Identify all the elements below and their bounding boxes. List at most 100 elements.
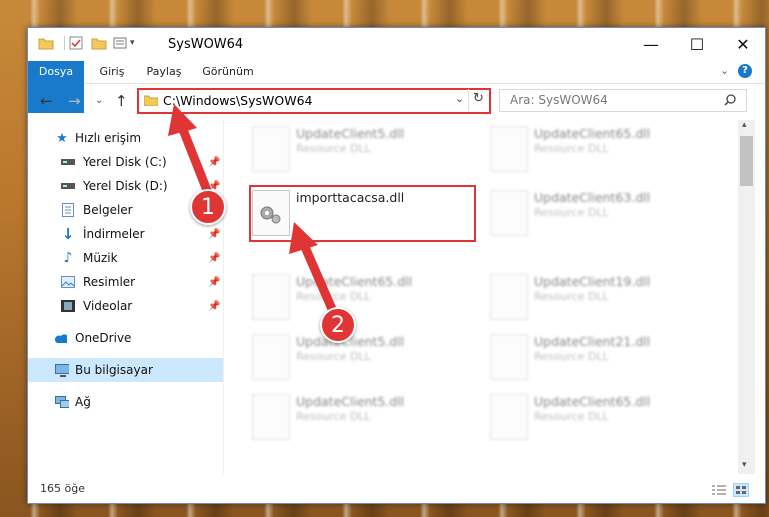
file-name: UpdateClient65.dll <box>534 394 651 409</box>
dll-file-icon <box>252 126 290 172</box>
sidebar-item-label: Belgeler <box>83 203 133 217</box>
file-name: UpdateClient63.dll <box>534 190 651 205</box>
pin-icon[interactable]: 📌 <box>208 277 220 288</box>
dll-file-icon <box>252 274 290 320</box>
navigation-pane: ★ Hızlı erişim Yerel Disk (C:) 📌 Yerel D… <box>28 120 224 474</box>
file-type: Resource DLL <box>296 410 371 423</box>
sidebar-item-label: Yerel Disk (D:) <box>83 179 168 193</box>
dll-file-icon <box>252 394 290 440</box>
title-bar: ▾ SysWOW64 — ☐ ✕ <box>28 28 765 61</box>
sidebar-item-onedrive[interactable]: OneDrive <box>28 326 223 350</box>
address-dropdown-icon[interactable]: ⌄ <box>455 92 464 105</box>
file-item[interactable]: UpdateClient5.dll Resource DLL <box>224 120 454 172</box>
file-name: UpdateClient65.dll <box>534 126 651 141</box>
file-item[interactable]: UpdateClient65.dll Resource DLL <box>462 120 692 172</box>
sidebar-item-label: Ağ <box>75 395 91 409</box>
quick-access-toolbar: ▾ <box>38 36 135 50</box>
dll-file-icon <box>490 190 528 236</box>
sidebar-item-label: İndirmeler <box>83 227 145 241</box>
sidebar-item-downloads[interactable]: ↓ İndirmeler 📌 <box>28 222 223 246</box>
help-icon[interactable]: ? <box>738 64 752 78</box>
maximize-button[interactable]: ☐ <box>674 28 720 60</box>
folder-icon <box>144 95 158 106</box>
sidebar-item-pictures[interactable]: Resimler 📌 <box>28 270 223 294</box>
file-item[interactable]: UpdateClient5.dll Resource DLL <box>224 388 454 440</box>
drive-icon <box>61 155 75 169</box>
file-type: Resource DLL <box>534 350 609 363</box>
network-icon <box>55 395 69 409</box>
file-item[interactable]: UpdateClient19.dll Resource DLL <box>462 268 692 320</box>
maximize-icon: ☐ <box>689 34 705 54</box>
close-button[interactable]: ✕ <box>720 28 766 60</box>
sidebar-item-music[interactable]: ♪ Müzik 📌 <box>28 246 223 270</box>
sidebar-item-label: Videolar <box>83 299 133 313</box>
pin-icon[interactable]: 📌 <box>208 157 220 168</box>
tab-view[interactable]: Görünüm <box>198 61 258 83</box>
sidebar-item-label: Bu bilgisayar <box>75 363 153 377</box>
vertical-scrollbar[interactable]: ▴ ▾ <box>738 120 755 474</box>
up-button[interactable]: ↑ <box>115 92 128 110</box>
file-name: UpdateClient65.dll <box>296 274 413 289</box>
file-name: UpdateClient19.dll <box>534 274 651 289</box>
step-badge-2: 2 <box>320 307 356 343</box>
sidebar-item-network[interactable]: Ağ <box>28 390 223 414</box>
download-icon: ↓ <box>61 225 75 243</box>
file-type: Resource DLL <box>534 206 609 219</box>
large-icons-view-icon[interactable] <box>733 483 749 497</box>
dll-file-icon <box>490 126 528 172</box>
tab-share[interactable]: Paylaş <box>142 61 186 83</box>
refresh-icon[interactable]: ↻ <box>473 91 484 106</box>
sidebar-item-videos[interactable]: Videolar 📌 <box>28 294 223 318</box>
scroll-down-icon[interactable]: ▾ <box>742 460 747 470</box>
customize-icon[interactable] <box>113 36 129 50</box>
scroll-up-icon[interactable]: ▴ <box>742 120 747 130</box>
address-path: C:\Windows\SysWOW64 <box>163 93 313 108</box>
new-folder-icon[interactable] <box>91 36 107 50</box>
dropdown-arrow-icon[interactable]: ▾ <box>130 38 135 48</box>
pin-icon[interactable]: 📌 <box>208 301 220 312</box>
address-bar[interactable]: C:\Windows\SysWOW64 ⌄ ↻ <box>137 88 491 114</box>
sidebar-item-label: Müzik <box>83 251 118 265</box>
forward-button[interactable]: → <box>68 92 81 110</box>
dll-file-icon <box>490 334 528 380</box>
pictures-icon <box>61 275 75 289</box>
sidebar-item-drive-c[interactable]: Yerel Disk (C:) 📌 <box>28 150 223 174</box>
ribbon-expand-icon[interactable]: ⌄ <box>720 64 729 77</box>
ribbon-tabs: Dosya Giriş Paylaş Görünüm ⌄ ? <box>28 61 765 113</box>
pin-icon[interactable]: 📌 <box>208 229 220 240</box>
search-box[interactable]: Ara: SysWOW64 <box>499 89 747 112</box>
document-icon <box>61 203 75 217</box>
dll-file-icon <box>252 334 290 380</box>
sidebar-item-quick-access[interactable]: ★ Hızlı erişim <box>28 126 223 150</box>
file-item[interactable]: UpdateClient65.dll Resource DLL <box>462 388 692 440</box>
file-name: UpdateClient5.dll <box>296 126 405 141</box>
item-count: 165 öğe <box>40 482 85 495</box>
file-item[interactable]: UpdateClient21.dll Resource DLL <box>462 328 692 380</box>
sidebar-item-label: Resimler <box>83 275 136 289</box>
search-icon <box>724 94 736 106</box>
folder-icon[interactable] <box>38 36 54 50</box>
music-icon: ♪ <box>63 250 73 266</box>
minimize-button[interactable]: — <box>628 28 674 60</box>
recent-locations-icon[interactable]: ⌄ <box>95 95 103 106</box>
sidebar-item-label: OneDrive <box>75 331 132 345</box>
dll-file-icon <box>490 394 528 440</box>
minimize-icon: — <box>643 34 659 54</box>
close-icon: ✕ <box>736 34 750 54</box>
drive-icon <box>61 179 75 193</box>
back-button[interactable]: ← <box>40 92 53 110</box>
tab-home[interactable]: Giriş <box>92 61 132 83</box>
step-badge-1: 1 <box>190 189 226 225</box>
file-highlight-box <box>249 185 476 242</box>
details-view-icon[interactable] <box>712 484 726 496</box>
pin-icon[interactable]: 📌 <box>208 253 220 264</box>
sidebar-item-this-pc[interactable]: Bu bilgisayar <box>28 358 223 382</box>
sidebar-item-label: Yerel Disk (C:) <box>83 155 167 169</box>
properties-icon[interactable] <box>69 36 83 50</box>
file-explorer-window: ▾ SysWOW64 — ☐ ✕ Dosya Giriş Paylaş Görü… <box>27 27 766 504</box>
navigation-bar: ← → ⌄ ↑ C:\Windows\SysWOW64 ⌄ ↻ Ara: Sys… <box>28 84 765 118</box>
search-placeholder: Ara: SysWOW64 <box>510 93 608 107</box>
video-icon <box>61 299 75 313</box>
scrollbar-thumb[interactable] <box>740 136 753 186</box>
file-item[interactable]: UpdateClient63.dll Resource DLL <box>462 184 692 236</box>
